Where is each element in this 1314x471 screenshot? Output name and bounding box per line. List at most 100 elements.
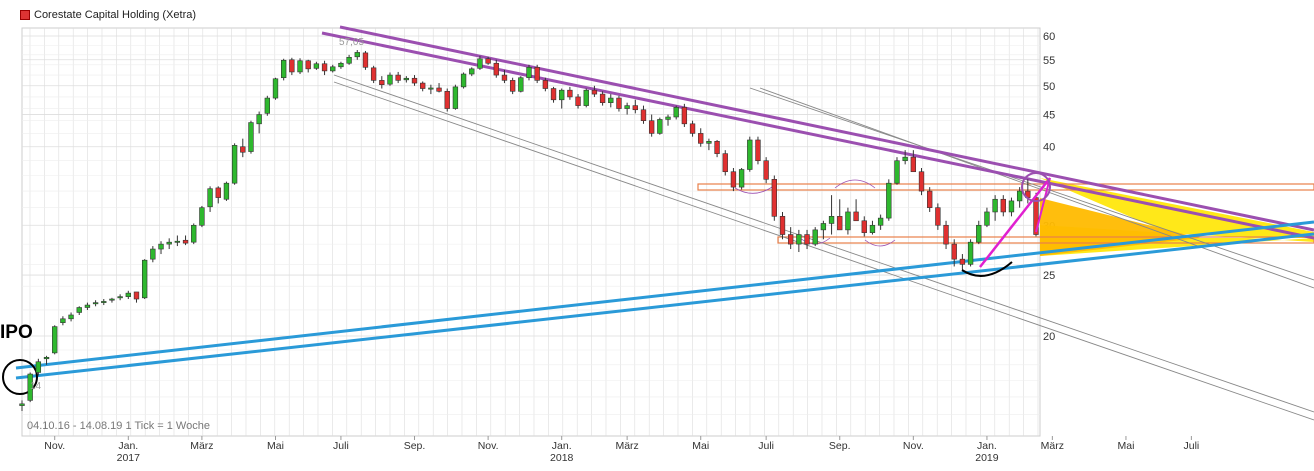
candle-body — [526, 67, 532, 79]
candle-body — [706, 141, 712, 144]
candle-body — [281, 59, 287, 79]
candle-body — [714, 141, 720, 154]
candle-body — [616, 97, 622, 109]
ipo-annotation: IPO — [0, 322, 33, 343]
candle-body — [599, 93, 606, 103]
candle-body — [92, 302, 99, 305]
candle-body — [272, 78, 279, 99]
candle-body — [321, 63, 328, 72]
candle-body — [207, 188, 213, 208]
candle-body — [354, 52, 360, 58]
candle-body — [771, 179, 777, 217]
candle-body — [877, 217, 884, 226]
x-tick-label: Sep. — [829, 440, 851, 452]
candle-body — [330, 66, 336, 72]
legend-label: Corestate Capital Holding (Xetra) — [34, 9, 197, 21]
candle-body — [943, 224, 949, 245]
y-tick-label: 60 — [1043, 31, 1055, 43]
candle-body — [550, 88, 557, 101]
candle-body — [76, 307, 82, 313]
y-tick-label: 25 — [1043, 270, 1055, 282]
candle-body — [738, 169, 745, 188]
candle-body — [608, 97, 614, 103]
candle-body — [804, 234, 810, 245]
candle-body — [420, 82, 426, 89]
candle-body — [231, 145, 238, 184]
candle-body — [910, 156, 917, 173]
x-tick-label: Jan. — [977, 440, 997, 452]
candle-body — [755, 139, 761, 162]
candle-body — [182, 239, 189, 244]
candle-body — [452, 86, 459, 109]
candle-body — [681, 107, 688, 125]
candle-body — [624, 105, 630, 109]
candle-body — [698, 133, 704, 144]
x-tick-label: Juli — [1183, 440, 1199, 452]
candle-body — [117, 296, 123, 299]
candle-body — [158, 243, 164, 250]
candle-body — [379, 80, 385, 85]
candle-body — [19, 403, 25, 406]
candle-body — [60, 318, 66, 323]
candle-body — [992, 198, 998, 213]
y-tick-label: 55 — [1043, 55, 1055, 67]
candle-body — [387, 74, 393, 85]
candle-body — [837, 216, 843, 231]
candle-body — [191, 224, 197, 243]
candle-body — [894, 160, 900, 184]
x-tick-label: Nov. — [478, 440, 499, 452]
candle-body — [730, 171, 737, 188]
candle-body — [951, 243, 957, 260]
x-tick-label: Nov. — [44, 440, 65, 452]
candle-body — [223, 182, 230, 200]
candle-body — [967, 241, 974, 265]
x-tick-label: Mai — [692, 440, 709, 452]
candle-body — [828, 216, 835, 224]
candle-body — [984, 211, 990, 226]
candle-body — [84, 304, 91, 308]
range-note: 04.10.16 - 14.08.19 1 Tick = 1 Woche — [27, 420, 210, 432]
candle-body — [346, 56, 352, 64]
candle-body — [52, 326, 58, 354]
candle-body — [501, 74, 508, 81]
candle-body — [444, 91, 450, 109]
x-tick-label: Sep. — [404, 440, 426, 452]
x-year-label: 2018 — [550, 452, 574, 464]
candle-body — [43, 356, 50, 360]
candle-body — [338, 62, 344, 68]
candle-body — [141, 259, 148, 299]
candle-body — [722, 153, 728, 173]
x-tick-label: Jan. — [552, 440, 572, 452]
y-tick-label: 45 — [1043, 110, 1055, 122]
x-tick-label: Jan. — [118, 440, 138, 452]
candle-body — [861, 220, 867, 233]
candle-body — [559, 89, 565, 101]
candle-body — [297, 60, 303, 73]
candle-body — [976, 224, 982, 243]
candle-body — [1008, 200, 1015, 213]
candle-body — [869, 224, 876, 233]
candle-body — [632, 105, 638, 111]
candle-body — [428, 87, 434, 90]
low-price-note: 14 — [30, 381, 42, 392]
legend-swatch — [20, 10, 30, 20]
candle-body — [469, 68, 475, 75]
x-tick-label: Juli — [758, 440, 774, 452]
candle-body — [133, 291, 140, 300]
candle-body — [125, 292, 131, 297]
candle-body — [747, 139, 753, 170]
candle-body — [1016, 190, 1023, 202]
candle-body — [959, 258, 966, 265]
candle-body — [796, 234, 802, 245]
candle-body — [648, 120, 655, 134]
candle-body — [820, 223, 827, 231]
candle-body — [845, 211, 851, 231]
candle-body — [779, 216, 786, 235]
candle-body — [935, 207, 941, 226]
candle-body — [166, 241, 172, 245]
x-tick-label: März — [190, 440, 213, 452]
candle-body — [518, 77, 524, 92]
candle-body — [35, 361, 42, 373]
price-chart: 6055504540302520Nov.Jan.2017MärzMaiJuliS… — [2, 25, 1314, 464]
candle-body — [305, 60, 311, 70]
